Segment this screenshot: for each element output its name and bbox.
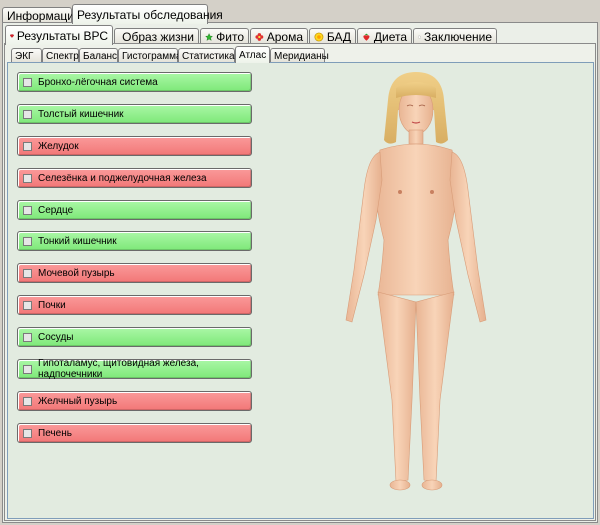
tab-spectrum-label: Спектр <box>46 50 79 62</box>
organ-button-bladder[interactable]: Мочевой пузырь <box>17 263 252 283</box>
organ-button-liver[interactable]: Печень <box>17 423 252 443</box>
tab-exam-results[interactable]: Результаты обследования <box>72 4 223 24</box>
organ-button-hypothalamus-thyroid-adrenal[interactable]: Гипоталамус, щитовидная железа, надпочеч… <box>17 358 252 380</box>
organ-checkbox[interactable] <box>23 428 32 438</box>
organ-label: Желчный пузырь <box>38 395 118 407</box>
tab-histogram-label: Гистограмма <box>122 50 182 62</box>
organ-checkbox[interactable] <box>23 332 32 342</box>
organ-button-bronchopulmonary[interactable]: Бронхо-лёгочная система <box>17 72 252 92</box>
tab-exam-results-label: Результаты обследования <box>77 7 223 22</box>
organ-label: Сосуды <box>38 331 74 343</box>
tab-vrs-results-label: Результаты ВРС <box>16 28 108 43</box>
tab-atlas[interactable]: Атлас <box>235 46 270 63</box>
organ-checkbox[interactable] <box>23 173 32 183</box>
organ-label: Бронхо-лёгочная система <box>38 76 158 88</box>
organ-button-heart[interactable]: Сердце <box>17 200 252 220</box>
tab-conclusion-label: Заключение <box>424 30 492 44</box>
organ-label: Мочевой пузырь <box>38 267 115 279</box>
tab-diet-label: Диета <box>373 30 407 44</box>
organ-checkbox[interactable] <box>23 364 32 374</box>
organ-checkbox[interactable] <box>23 300 32 310</box>
tab-balance[interactable]: Баланс <box>79 48 118 63</box>
tab-vrs-results[interactable]: Результаты ВРС <box>5 25 113 45</box>
organ-button-kidneys[interactable]: Почки <box>17 295 252 315</box>
sun-icon <box>314 32 324 42</box>
organ-label: Печень <box>38 427 72 439</box>
organ-label: Сердце <box>38 204 74 216</box>
organ-button-gallbladder[interactable]: Желчный пузырь <box>17 391 252 411</box>
heart-icon <box>10 33 14 38</box>
tab-spectrum[interactable]: Спектр <box>42 48 79 63</box>
organ-button-stomach[interactable]: Желудок <box>17 136 252 156</box>
organ-checkbox[interactable] <box>23 268 32 278</box>
organ-checkbox[interactable] <box>23 396 32 406</box>
tab-atlas-label: Атлас <box>239 49 267 61</box>
organ-button-vessels[interactable]: Сосуды <box>17 327 252 347</box>
organ-checkbox[interactable] <box>23 236 32 246</box>
flower-icon <box>255 33 264 41</box>
organ-label: Почки <box>38 299 66 311</box>
tab-lifestyle-label: Образ жизни <box>122 30 194 44</box>
tab-meridians[interactable]: Меридианы <box>270 48 329 63</box>
organ-checkbox[interactable] <box>23 205 32 215</box>
organ-label: Желудок <box>38 140 79 152</box>
tab-statistics-label: Статистика <box>182 50 235 62</box>
body-figure[interactable] <box>330 70 500 510</box>
tab-histogram[interactable]: Гистограмма <box>118 48 182 63</box>
organ-button-spleen-pancreas[interactable]: Селезёнка и поджелудочная железа <box>17 168 252 188</box>
organ-checkbox[interactable] <box>23 141 32 151</box>
document-icon <box>418 35 421 39</box>
organ-checkbox[interactable] <box>23 109 32 119</box>
body-silhouette <box>345 85 487 491</box>
atlas-panel <box>7 62 594 519</box>
tab-info-label: Информация <box>7 9 81 23</box>
tab-ecg-label: ЭКГ <box>15 50 34 62</box>
strawberry-icon <box>363 33 370 41</box>
tab-balance-label: Баланс <box>83 50 118 62</box>
organ-button-small-intestine[interactable]: Тонкий кишечник <box>17 231 252 251</box>
tab-statistics[interactable]: Статистика <box>178 48 235 63</box>
tab-aroma-label: Арома <box>266 30 303 44</box>
organ-checkbox[interactable] <box>23 77 32 87</box>
organ-label: Толстый кишечник <box>38 108 124 120</box>
tab-ecg[interactable]: ЭКГ <box>11 48 42 63</box>
tab-phyto-label: Фито <box>216 30 244 44</box>
organ-label: Селезёнка и поджелудочная железа <box>38 172 207 184</box>
organ-label: Тонкий кишечник <box>38 235 117 247</box>
leaf-icon <box>205 33 213 41</box>
tab-supplements-label: БАД <box>326 30 351 44</box>
tab-meridians-label: Меридианы <box>274 50 329 62</box>
organ-label: Гипоталамус, щитовидная железа, надпочеч… <box>38 358 199 380</box>
organ-button-large-intestine[interactable]: Толстый кишечник <box>17 104 252 124</box>
